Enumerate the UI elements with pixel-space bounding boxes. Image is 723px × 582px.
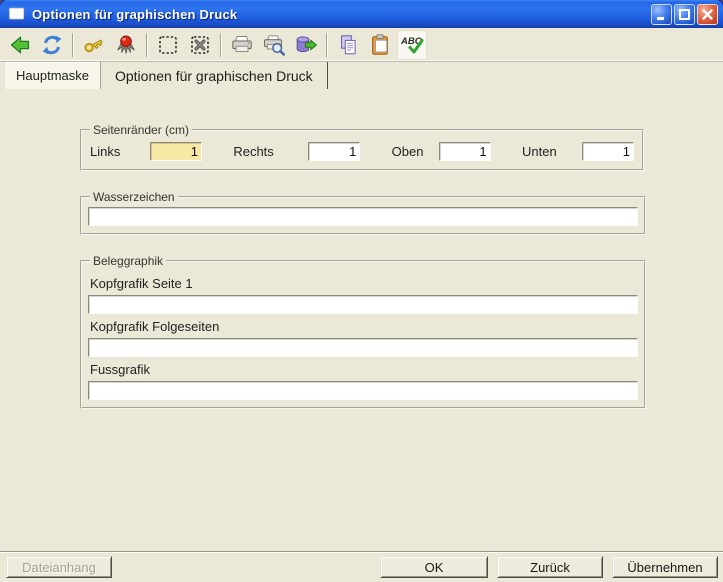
tab-hauptmaske[interactable]: Hauptmaske bbox=[5, 62, 101, 89]
apply-button[interactable]: Übernehmen bbox=[612, 556, 718, 578]
document-graphics-legend: Beleggraphik bbox=[90, 254, 166, 268]
attachment-button[interactable]: Dateianhang bbox=[6, 556, 112, 578]
toolbar-separator bbox=[220, 33, 222, 57]
close-button[interactable] bbox=[697, 4, 718, 25]
toolbar: ABC bbox=[0, 28, 723, 62]
margin-bottom-input[interactable] bbox=[582, 142, 634, 161]
footer-graphic-input[interactable] bbox=[88, 381, 638, 400]
header-graphic-page1-label: Kopfgrafik Seite 1 bbox=[90, 276, 638, 291]
window-icon bbox=[6, 3, 28, 25]
copy-button[interactable] bbox=[333, 30, 363, 60]
pin-button[interactable] bbox=[111, 30, 141, 60]
selection-icon bbox=[156, 33, 180, 57]
header-graphic-following-label: Kopfgrafik Folgeseiten bbox=[90, 319, 638, 334]
copy-icon bbox=[336, 33, 360, 57]
tab-bar: Hauptmaske Optionen für graphischen Druc… bbox=[0, 62, 723, 89]
print-preview-button[interactable] bbox=[259, 30, 289, 60]
print-preview-icon bbox=[262, 33, 286, 57]
window-title: Optionen für graphischen Druck bbox=[32, 7, 651, 22]
dialog-window: Optionen für graphischen Druck bbox=[0, 0, 723, 582]
refresh-button[interactable] bbox=[37, 30, 67, 60]
header-graphic-page1-input[interactable] bbox=[88, 295, 638, 314]
watermark-legend: Wasserzeichen bbox=[90, 190, 178, 204]
tab-panel: Seitenränder (cm) Links Rechts Oben Unte… bbox=[0, 89, 723, 551]
spellcheck-button[interactable]: ABC bbox=[397, 30, 427, 60]
pin-icon bbox=[114, 33, 138, 57]
print-icon bbox=[230, 33, 254, 57]
key-icon bbox=[82, 33, 106, 57]
document-graphics-group: Beleggraphik Kopfgrafik Seite 1 Kopfgraf… bbox=[80, 254, 646, 409]
toolbar-separator bbox=[326, 33, 328, 57]
margin-top-pair: Oben bbox=[392, 142, 491, 161]
header-graphic-following-input[interactable] bbox=[88, 338, 638, 357]
paste-button[interactable] bbox=[365, 30, 395, 60]
ok-button[interactable]: OK bbox=[380, 556, 488, 578]
margin-top-input[interactable] bbox=[439, 142, 491, 161]
maximize-icon bbox=[677, 7, 692, 22]
export-icon bbox=[294, 33, 318, 57]
clear-selection-icon bbox=[188, 33, 212, 57]
margin-top-label: Oben bbox=[392, 144, 439, 159]
margin-right-label: Rechts bbox=[233, 144, 308, 159]
back-button[interactable] bbox=[5, 30, 35, 60]
button-bar: Dateianhang OK Zurück Übernehmen bbox=[0, 551, 723, 582]
back-icon bbox=[8, 33, 32, 57]
margin-left-input[interactable] bbox=[150, 142, 202, 161]
margins-group: Seitenränder (cm) Links Rechts Oben Unte… bbox=[80, 123, 644, 171]
watermark-group: Wasserzeichen bbox=[80, 190, 646, 235]
toolbar-separator bbox=[146, 33, 148, 57]
back-button-footer[interactable]: Zurück bbox=[497, 556, 603, 578]
watermark-input[interactable] bbox=[88, 207, 638, 226]
margin-right-pair: Rechts bbox=[233, 142, 360, 161]
tab-optionen-graphischer-druck[interactable]: Optionen für graphischen Druck bbox=[101, 62, 328, 89]
minimize-button[interactable] bbox=[651, 4, 672, 25]
margins-row: Links Rechts Oben Unten bbox=[88, 140, 636, 162]
margins-legend: Seitenränder (cm) bbox=[90, 123, 192, 137]
margin-bottom-pair: Unten bbox=[522, 142, 634, 161]
spellcheck-icon: ABC bbox=[400, 33, 424, 57]
clear-selection-button[interactable] bbox=[185, 30, 215, 60]
minimize-icon bbox=[654, 7, 669, 22]
toolbar-separator bbox=[72, 33, 74, 57]
margin-left-label: Links bbox=[90, 144, 150, 159]
export-button[interactable] bbox=[291, 30, 321, 60]
refresh-icon bbox=[40, 33, 64, 57]
margin-bottom-label: Unten bbox=[522, 144, 582, 159]
selection-button[interactable] bbox=[153, 30, 183, 60]
tab-label: Hauptmaske bbox=[16, 68, 89, 83]
window-controls bbox=[651, 4, 718, 25]
key-button[interactable] bbox=[79, 30, 109, 60]
margin-left-pair: Links bbox=[90, 142, 202, 161]
close-icon bbox=[700, 7, 715, 22]
title-bar: Optionen für graphischen Druck bbox=[0, 0, 723, 28]
maximize-button[interactable] bbox=[674, 4, 695, 25]
tab-label: Optionen für graphischen Druck bbox=[115, 68, 313, 84]
print-button[interactable] bbox=[227, 30, 257, 60]
paste-icon bbox=[368, 33, 392, 57]
footer-graphic-label: Fussgrafik bbox=[90, 362, 638, 377]
margin-right-input[interactable] bbox=[308, 142, 360, 161]
